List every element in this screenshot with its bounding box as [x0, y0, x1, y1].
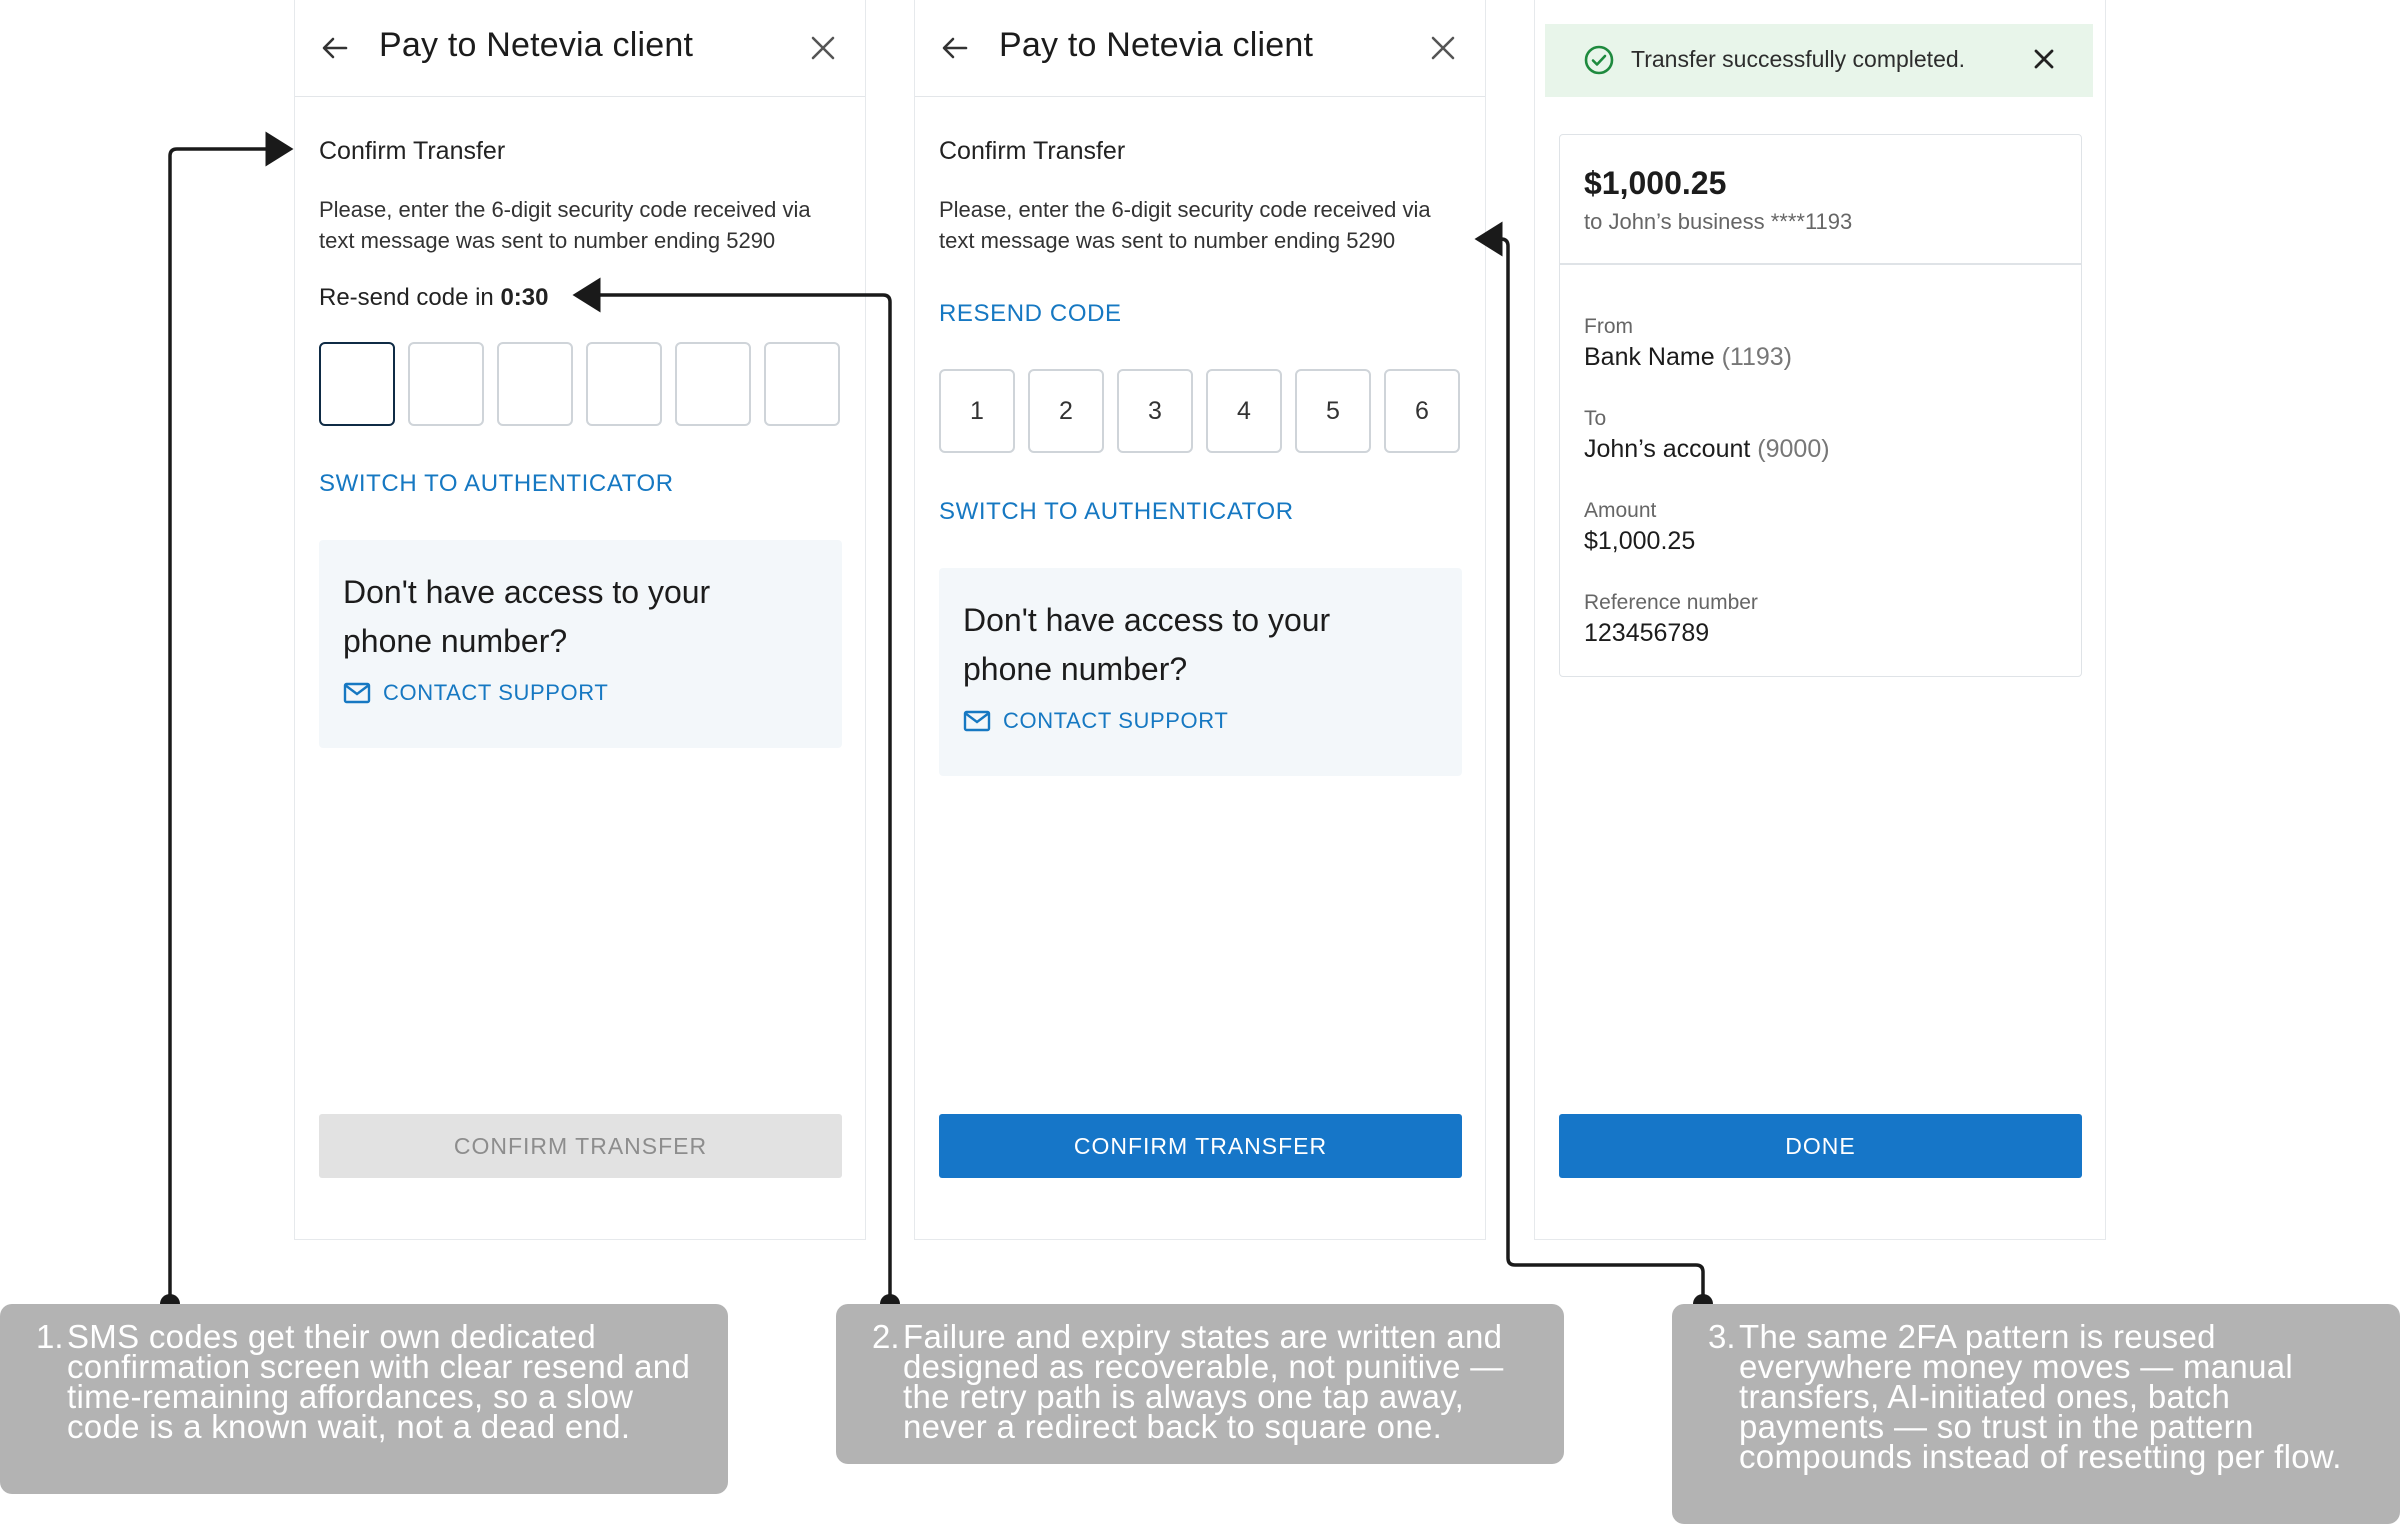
code-digit-input[interactable]: 1	[939, 369, 1015, 453]
annotation-note: 2. Failure and expiry states are written…	[836, 1304, 1564, 1464]
confirm-transfer-button[interactable]: CONFIRM TRANSFER	[939, 1114, 1462, 1178]
code-digit-input[interactable]	[319, 342, 395, 426]
annotation-note: 3. The same 2FA pattern is reused everyw…	[1672, 1304, 2400, 1524]
support-card: Don't have access to your phone number? …	[319, 540, 842, 748]
code-digit-input[interactable]: 5	[1295, 369, 1371, 453]
screen-sms-code-empty: Pay to Netevia client Confirm Transfer P…	[294, 0, 866, 1240]
code-digit-input[interactable]: 3	[1117, 369, 1193, 453]
annotation-number: 3.	[1708, 1318, 1736, 1355]
close-icon[interactable]	[2033, 48, 2055, 70]
resend-code-link[interactable]: RESEND CODE	[939, 300, 1122, 328]
annotation-note: 1. SMS codes get their own dedicated con…	[0, 1304, 728, 1494]
annotation-number: 1.	[36, 1318, 64, 1355]
switch-to-authenticator-link[interactable]: SWITCH TO AUTHENTICATOR	[939, 498, 1294, 526]
switch-to-authenticator-link[interactable]: SWITCH TO AUTHENTICATOR	[319, 470, 674, 498]
close-icon[interactable]	[805, 30, 841, 66]
mail-icon	[963, 710, 991, 732]
arrow-left-icon[interactable]	[937, 30, 973, 66]
code-digit-input[interactable]: 6	[1384, 369, 1460, 453]
screen-transfer-success: Transfer successfully completed. $1,000.…	[1534, 0, 2106, 1240]
code-instructions: Please, enter the 6-digit security code …	[939, 197, 1431, 253]
resend-countdown: Re-send code in 0:30	[319, 284, 549, 312]
to-value: John’s account (9000)	[1584, 435, 1830, 464]
section-title: Confirm Transfer	[939, 137, 1126, 165]
code-digit-input[interactable]	[675, 342, 751, 426]
code-instructions: Please, enter the 6-digit security code …	[319, 197, 811, 253]
support-question: Don't have access to your phone number?	[963, 602, 1331, 687]
from-account-name: Bank Name	[1584, 343, 1715, 371]
reference-value: 123456789	[1584, 619, 1710, 647]
screen-header: Pay to Netevia client	[915, 0, 1485, 97]
contact-support-link[interactable]: CONTACT SUPPORT	[343, 680, 608, 706]
contact-support-label: CONTACT SUPPORT	[1003, 708, 1229, 733]
page-title: Pay to Netevia client	[379, 26, 694, 64]
annotation-text: SMS codes get their own dedicated confir…	[67, 1318, 691, 1445]
to-account-name: John’s account	[1584, 435, 1751, 463]
amount-value: $1,000.25	[1584, 527, 1696, 555]
to-label: To	[1584, 407, 1607, 430]
confirm-transfer-button[interactable]: CONFIRM TRANSFER	[319, 1114, 842, 1178]
from-account-suffix: (1193)	[1721, 343, 1792, 371]
done-button[interactable]: DONE	[1559, 1114, 2082, 1178]
amount-label: Amount	[1584, 499, 1657, 522]
to-account-suffix: (9000)	[1757, 435, 1830, 463]
code-digit-input[interactable]	[497, 342, 573, 426]
from-label: From	[1584, 315, 1633, 338]
code-digit-input[interactable]: 2	[1028, 369, 1104, 453]
section-title: Confirm Transfer	[319, 137, 506, 165]
annotation-text: The same 2FA pattern is reused everywher…	[1739, 1318, 2342, 1475]
divider	[1560, 263, 2081, 265]
screen-header: Pay to Netevia client	[295, 0, 865, 97]
from-value: Bank Name (1193)	[1584, 343, 1792, 372]
resend-countdown-timer: 0:30	[500, 284, 549, 311]
support-question: Don't have access to your phone number?	[343, 574, 711, 659]
success-toast: Transfer successfully completed.	[1545, 24, 2093, 97]
annotation-text: Failure and expiry states are written an…	[903, 1318, 1504, 1445]
resend-countdown-label: Re-send code in	[319, 284, 501, 311]
code-digit-input[interactable]	[586, 342, 662, 426]
close-icon[interactable]	[1425, 30, 1461, 66]
transfer-summary-card: $1,000.25 to John’s business ****1193 Fr…	[1559, 134, 2082, 677]
connector-line-1	[168, 131, 294, 1302]
transfer-recipient: to John’s business ****1193	[1584, 209, 1853, 234]
transfer-amount: $1,000.25	[1584, 165, 1727, 201]
annotation-number: 2.	[872, 1318, 900, 1355]
screen-sms-code-filled: Pay to Netevia client Confirm Transfer P…	[914, 0, 1486, 1240]
toast-message: Transfer successfully completed.	[1631, 46, 1966, 72]
reference-label: Reference number	[1584, 591, 1758, 614]
contact-support-label: CONTACT SUPPORT	[383, 680, 609, 705]
check-circle-icon	[1584, 45, 1614, 75]
arrow-left-icon[interactable]	[317, 30, 353, 66]
code-digit-input[interactable]: 4	[1206, 369, 1282, 453]
mail-icon	[343, 682, 371, 704]
code-digit-input[interactable]	[764, 342, 840, 426]
contact-support-link[interactable]: CONTACT SUPPORT	[963, 708, 1228, 734]
page-title: Pay to Netevia client	[999, 26, 1314, 64]
support-card: Don't have access to your phone number? …	[939, 568, 1462, 776]
code-digit-input[interactable]	[408, 342, 484, 426]
